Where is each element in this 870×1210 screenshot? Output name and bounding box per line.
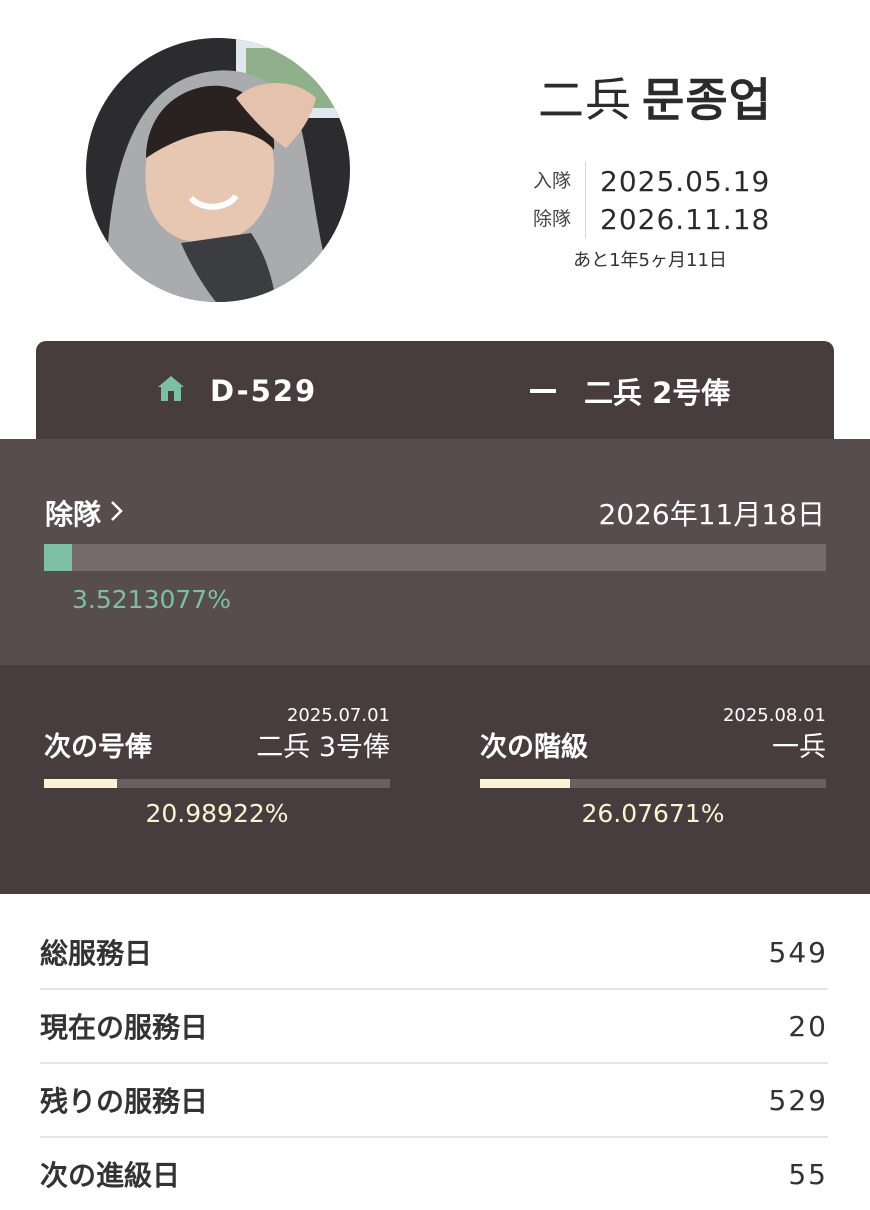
chevron-right-icon [109,497,125,530]
discharge-date: 2026.11.18 [600,202,771,236]
remaining-duration: あと1年5ヶ月11日 [573,250,727,271]
private-rank-insignia-icon [530,389,556,393]
next-pay-progress-fill [44,779,117,788]
discharge-label: 除隊 [530,200,586,238]
next-rank-progress-bar [480,779,826,788]
stat-value: 549 [768,935,828,969]
dday-label: D-529 [210,374,318,408]
discharge-progress-section: 除隊 2026年11月18日 3.5213077% [0,439,870,665]
service-stats-list: 総服務日 549 現在の服務日 20 残りの服務日 529 次の進級日 55 [40,916,828,1210]
next-pay-percent: 20.98922% [145,799,289,828]
next-milestones-section: 2025.07.01 次の号俸 二兵 3号俸 20.98922% 2025.08… [0,665,870,894]
tab-dday[interactable]: D-529 [156,371,317,411]
enlist-row: 入隊 2025.05.19 [530,162,790,200]
next-rank-title: 次の階級 [480,732,588,763]
next-rank-target: 一兵 [772,732,826,763]
next-pay-title: 次の号俸 [44,732,152,763]
discharge-row: 除隊 2026.11.18 [530,200,790,238]
discharge-full-date: 2026年11月18日 [598,498,825,531]
next-pay-target: 二兵 3号俸 [256,732,390,763]
next-pay-date: 2025.07.01 [286,705,390,726]
discharge-link[interactable]: 除隊 [45,493,125,533]
profile-avatar[interactable] [86,38,350,302]
stat-label: 総服務日 [40,937,153,970]
stat-label: 次の進級日 [40,1159,181,1192]
tab-rank-pay[interactable]: 二兵 2号俸 [530,371,730,411]
person-name: 문종업 [642,73,772,127]
enlist-date: 2025.05.19 [600,164,771,198]
stat-value: 55 [788,1157,828,1191]
next-rank-percent: 26.07671% [581,799,725,828]
stat-label: 現在の服務日 [40,1011,209,1044]
stat-row-remaining: 残りの服務日 529 [40,1064,828,1138]
next-rank-date: 2025.08.01 [722,705,826,726]
discharge-title: 除隊 [45,498,102,531]
stat-value: 20 [788,1009,828,1043]
stat-label: 残りの服務日 [40,1085,209,1118]
next-rank-progress-fill [480,779,571,788]
rank-pay-label: 二兵 2号俸 [584,376,731,410]
home-icon [156,373,186,410]
discharge-progress-fill [44,544,72,571]
stat-value: 529 [768,1083,828,1117]
stat-row-current: 現在の服務日 20 [40,990,828,1064]
stat-row-total: 総服務日 549 [40,916,828,990]
stat-row-next-promotion: 次の進級日 55 [40,1138,828,1210]
soldier-name: 二兵 문종업 [450,64,860,130]
service-dates: 入隊 2025.05.19 除隊 2026.11.18 [530,162,790,238]
rank-label: 二兵 [538,73,633,127]
discharge-percent: 3.5213077% [72,585,231,614]
next-pay-progress-bar [44,779,390,788]
enlist-label: 入隊 [530,162,586,200]
discharge-progress-bar [44,544,826,571]
next-pay-block: 2025.07.01 次の号俸 二兵 3号俸 20.98922% [44,665,390,894]
summary-tabbar: D-529 二兵 2号俸 [36,341,834,439]
next-rank-block: 2025.08.01 次の階級 一兵 26.07671% [480,665,826,894]
